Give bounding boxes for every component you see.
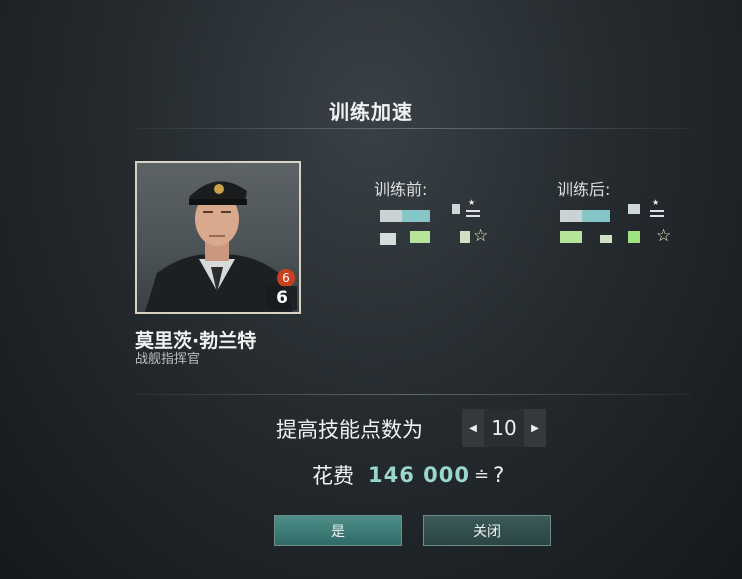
arrow-left-icon: ◀ [469, 422, 477, 434]
level-indicator: 6 [267, 286, 297, 310]
skill-points-stepper[interactable]: ◀ 10 ▶ [462, 409, 546, 447]
decrement-button[interactable]: ◀ [462, 409, 484, 447]
after-star-icon: ☆ [656, 226, 672, 246]
section-divider [136, 394, 690, 395]
skill-prompt: 提高技能点数为 [276, 418, 423, 442]
cost-amount: 146 000 [368, 463, 470, 487]
close-button[interactable]: 关闭 [423, 515, 551, 546]
skill-points-value[interactable]: 10 [484, 409, 524, 447]
cost-row: 花费 146 000 ≐ ? [312, 460, 504, 490]
after-star-small-icon: ★ [652, 198, 660, 207]
commander-portrait[interactable]: 6 6 [135, 161, 301, 314]
cost-question-mark: ? [493, 463, 505, 487]
confirm-button[interactable]: 是 [274, 515, 402, 546]
before-star-small-icon: ★ [468, 198, 476, 207]
level-badge: 6 [277, 269, 295, 287]
before-label: 训练前: [374, 180, 428, 199]
title-divider [136, 128, 690, 129]
dialog-title: 训练加速 [329, 100, 413, 124]
increment-button[interactable]: ▶ [524, 409, 546, 447]
elite-xp-icon: ≐ [473, 464, 490, 486]
after-label: 训练后: [557, 180, 611, 199]
cost-label: 花费 [312, 464, 354, 488]
commander-role: 战舰指挥官 [135, 352, 201, 367]
arrow-right-icon: ▶ [531, 422, 539, 434]
before-star-icon: ☆ [473, 226, 489, 246]
